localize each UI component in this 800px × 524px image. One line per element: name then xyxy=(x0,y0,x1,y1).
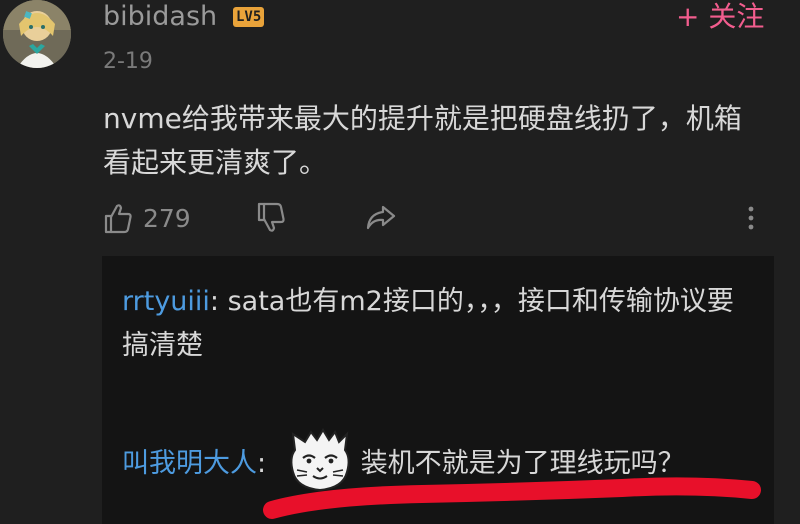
level-badge: LV5 xyxy=(233,7,265,27)
follow-button[interactable]: + 关注 xyxy=(676,0,764,34)
reply-username[interactable]: 叫我明大人 xyxy=(122,448,257,479)
avatar[interactable] xyxy=(3,0,71,68)
comment-username[interactable]: bibidash xyxy=(103,0,217,34)
share-icon xyxy=(366,205,396,230)
comment-card: bibidash LV5 + 关注 2-19 nvme给我带来最大的提升就是把硬… xyxy=(0,0,800,524)
thumbs-up-icon xyxy=(104,204,132,234)
reply-separator: : xyxy=(209,286,228,317)
reply-username[interactable]: rrtyuiii xyxy=(122,286,210,317)
share-button[interactable] xyxy=(365,198,397,238)
comment-date: 2-19 xyxy=(103,49,153,74)
like-button[interactable]: 279 xyxy=(103,198,191,238)
thumbs-down-icon xyxy=(257,202,285,232)
comment-text: nvme给我带来最大的提升就是把硬盘线扔了，机箱看起来更清爽了。 xyxy=(103,102,742,179)
more-vertical-icon xyxy=(748,206,754,230)
more-button[interactable] xyxy=(743,198,759,238)
red-underline-annotation xyxy=(263,477,761,519)
reply-item: rrtyuiii: sata也有m2接口的，，，接口和传输协议要搞清楚 xyxy=(122,280,752,368)
dislike-button[interactable] xyxy=(256,198,286,238)
avatar-image xyxy=(3,0,71,68)
like-count: 279 xyxy=(143,203,191,233)
comment-actions: 279 xyxy=(103,198,783,238)
